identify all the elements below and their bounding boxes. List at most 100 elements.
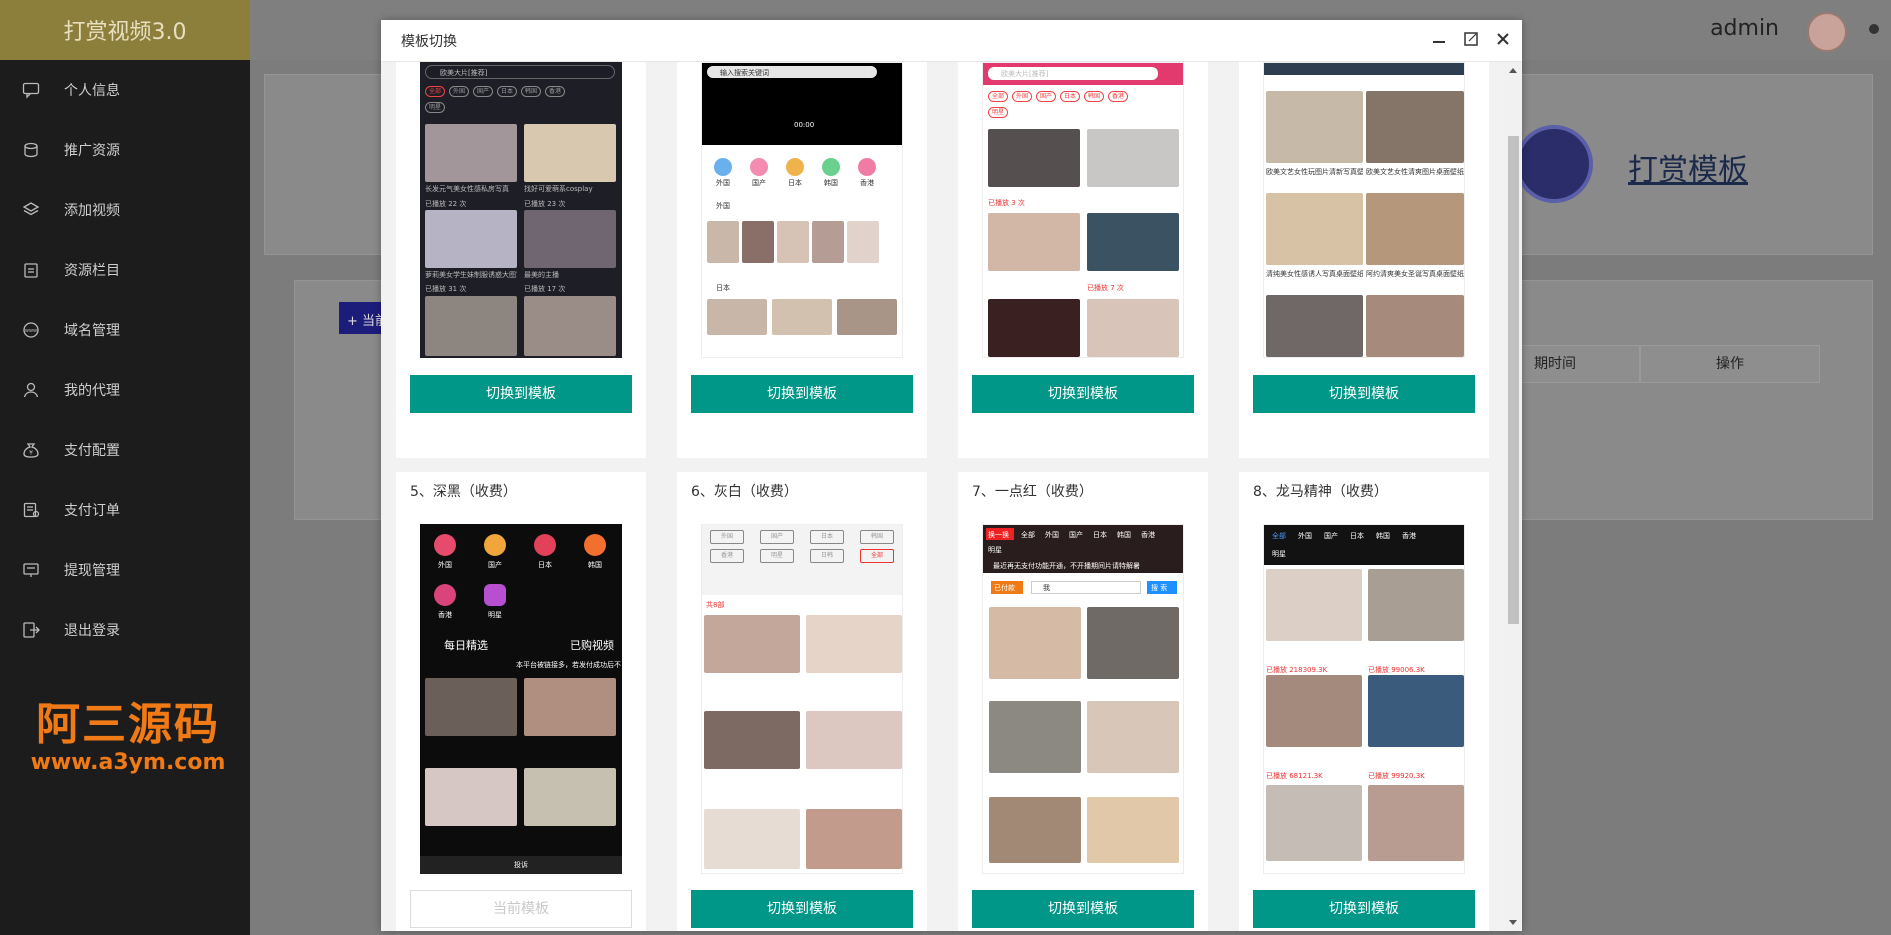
sidebar-item[interactable]: 资源栏目 [0,240,250,300]
preview-3-pill: 韩国 [1084,91,1104,102]
scroll-up-icon[interactable] [1509,68,1517,73]
preview-7-tab: 明星 [988,546,1002,554]
current-template-button: 当前模板 [410,890,632,928]
maximize-icon[interactable] [1462,30,1480,48]
preview-3-pill: 香港 [1108,91,1128,102]
preview-1-search: 欧美大片[推荐] [440,69,488,77]
preview-2-cat: 外国 [716,179,730,187]
sidebar-item[interactable]: ¥ 支付配置 [0,420,250,480]
preview-1-pill: 明星 [425,102,445,113]
preview-8-tab: 日本 [1350,532,1364,540]
clipboard-icon [20,261,42,279]
admin-username[interactable]: admin [1710,16,1779,41]
template-card-3: 欧美大片[推荐] 全部 外国 国产 日本 韩国 香港 明星 已播放 3 次 已播… [958,62,1208,458]
sidebar-item-label: 支付订单 [64,503,120,519]
sidebar-item-label: 我的代理 [64,383,120,399]
preview-5-cat: 日本 [538,561,552,569]
template-card-title: 5、深黑（收费） [410,484,517,500]
coins-icon [20,141,42,159]
template-logo-icon [1515,125,1593,203]
preview-5-cat: 国产 [488,561,502,569]
preview-3-pill: 外国 [1012,91,1032,102]
preview-3-pill: 国产 [1036,91,1056,102]
template-card-4: 欧美文艺女性玩图片清新写真壁纸 欧美文艺女性清爽图片桌面壁纸 清纯美女性感诱人写… [1239,62,1489,458]
switch-template-button[interactable]: 切换到模板 [1253,890,1475,928]
preview-1-photo [524,124,616,182]
preview-8-views: 已播放 68121.3K [1266,772,1323,780]
watermark: 阿三源码 www.a3ym.com [18,700,238,776]
template-card-7: 7、一点红（收费） 换一换 全部 外国 国产 日本 韩国 香港 明星 最近再无支… [958,472,1208,931]
modal-title: 模板切换 [401,33,457,50]
preview-1-item-views: 已播放 23 次 [524,200,566,208]
preview-1-pill: 国产 [473,86,493,97]
sidebar-item-label: 资源栏目 [64,263,120,279]
sidebar: 打赏视频3.0 个人信息 推广资源 添加视频 资源栏目 www 域名管理 我的代理 ¥ 支付配置… [0,0,250,935]
preview-2-cat: 国产 [752,179,766,187]
user-menu-icon[interactable] [1869,24,1879,34]
money-bag-icon: ¥ [20,441,42,459]
preview-7-tab: 全部 [1021,531,1035,539]
sidebar-item[interactable]: 退出登录 [0,600,250,660]
template-card-2: 输入搜索关键词 00:00 外国 国产 日本 韩国 香港 外国 日本 切换到模板 [677,62,927,458]
preview-6-tab: 香港 [710,549,744,563]
preview-6-tab: 国产 [760,530,794,544]
switch-template-button[interactable]: 切换到模板 [410,375,632,413]
sidebar-item[interactable]: www 域名管理 [0,300,250,360]
preview-7-tab: 国产 [1069,531,1083,539]
svg-text:¥: ¥ [29,450,33,457]
modal-body: 欧美大片[推荐] 全部 外国 国产 日本 韩国 香港 明星 长发元气美女性感私房… [381,62,1522,931]
preview-1-item-title: 萝莉美女学生妹制服诱惑大图写真 [425,271,517,279]
template-card-title: 6、灰白（收费） [691,484,798,500]
preview-8-views: 已播放 99920.3K [1368,772,1425,780]
sidebar-item[interactable]: 我的代理 [0,360,250,420]
switch-template-button[interactable]: 切换到模板 [691,890,913,928]
template-card-title: 8、龙马精神（收费） [1253,484,1388,500]
preview-5-notice: 本平台被链接多，若发付成功后不 [516,661,621,669]
template-card-1: 欧美大片[推荐] 全部 外国 国产 日本 韩国 香港 明星 长发元气美女性感私房… [396,62,646,458]
sidebar-item[interactable]: 个人信息 [0,60,250,120]
sidebar-item[interactable]: 支付订单 [0,480,250,540]
preview-8-tab: 香港 [1402,532,1416,540]
preview-8-tab: 韩国 [1376,532,1390,540]
preview-2-cat: 日本 [788,179,802,187]
preview-8-tab: 明星 [1272,550,1286,558]
preview-3-pill: 明星 [988,107,1008,118]
modal-controls [1430,30,1512,48]
close-icon[interactable] [1494,30,1512,48]
preview-4-caption: 阿约清爽美女圣诞写真桌面壁纸 [1366,270,1464,278]
preview-2-section: 日本 [716,284,730,292]
preview-1-pill: 外国 [449,86,469,97]
preview-6-section: 共8部 [706,601,725,609]
template-card-5: 5、深黑（收费） 外国 国产 日本 韩国 香港 明星 每日精选 已购视频 本平台… [396,472,646,931]
template-card-title: 7、一点红（收费） [972,484,1093,500]
preview-2-time: 00:00 [794,121,815,129]
sidebar-item-label: 个人信息 [64,83,120,99]
switch-template-button[interactable]: 切换到模板 [1253,375,1475,413]
preview-3-pill: 全部 [988,91,1008,102]
modal-scrollbar[interactable] [1505,62,1522,931]
avatar[interactable] [1807,12,1847,52]
preview-1-photo [524,210,616,268]
order-icon [20,501,42,519]
switch-template-button[interactable]: 切换到模板 [972,375,1194,413]
scroll-down-icon[interactable] [1509,920,1517,925]
preview-1-photo [425,296,517,356]
svg-text:www: www [25,328,37,334]
preview-1-item-title: 找好可爱萌系cosplay [524,185,593,193]
preview-7-tab: 日本 [1093,531,1107,539]
switch-template-button[interactable]: 切换到模板 [972,890,1194,928]
preview-1-item-views: 已播放 31 次 [425,285,467,293]
preview-3-views: 已播放 7 次 [1087,284,1124,292]
sidebar-item[interactable]: 提现管理 [0,540,250,600]
minimize-icon[interactable] [1430,30,1448,48]
message-icon [20,81,42,99]
template-preview-2: 输入搜索关键词 00:00 外国 国产 日本 韩国 香港 外国 日本 [701,62,903,358]
www-icon: www [20,321,42,339]
scroll-thumb[interactable] [1508,136,1519,624]
preview-6-tab: 日本 [810,530,844,544]
switch-template-button[interactable]: 切换到模板 [691,375,913,413]
sidebar-item[interactable]: 添加视频 [0,180,250,240]
preview-1-pill: 全部 [425,86,445,97]
template-preview-5: 外国 国产 日本 韩国 香港 明星 每日精选 已购视频 本平台被链接多，若发付成… [420,524,622,874]
sidebar-item[interactable]: 推广资源 [0,120,250,180]
